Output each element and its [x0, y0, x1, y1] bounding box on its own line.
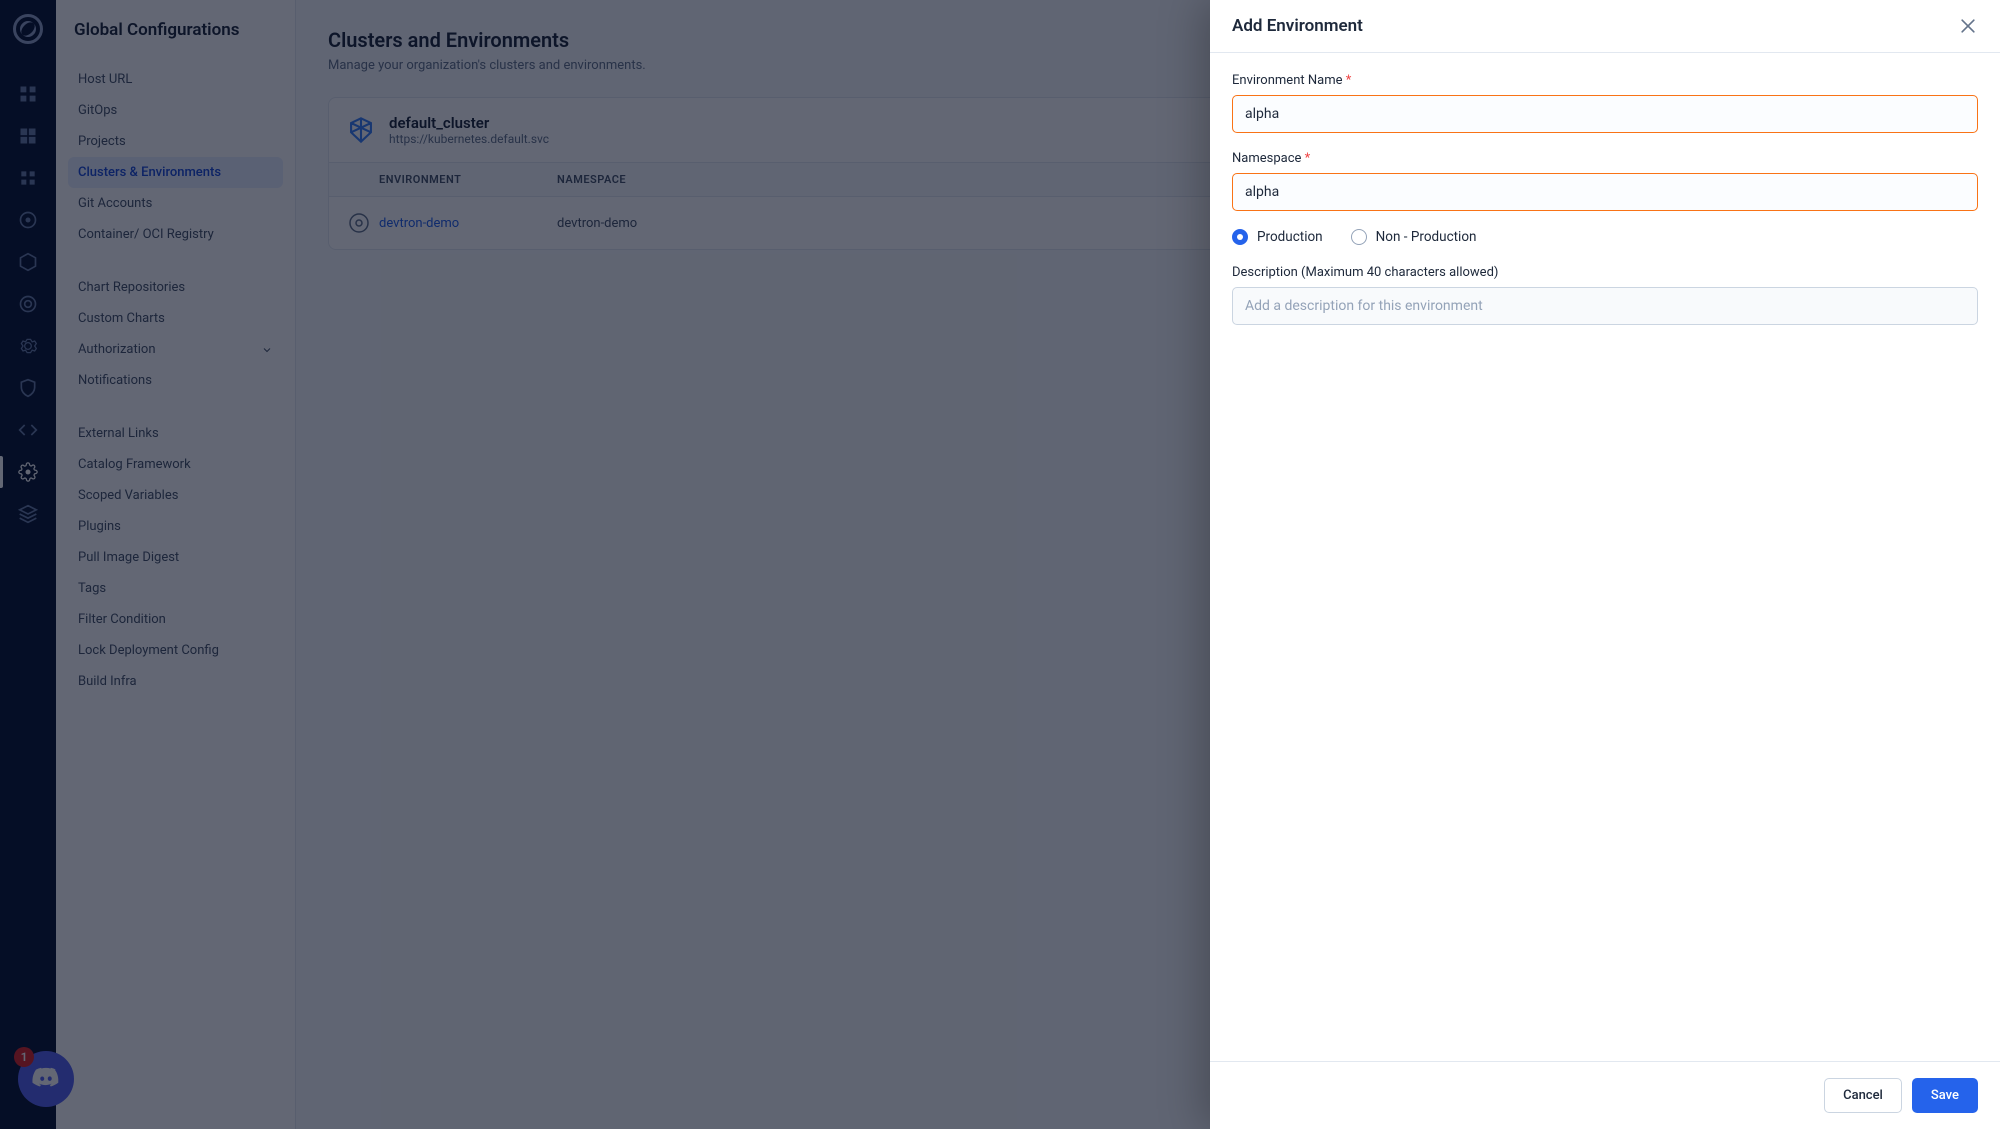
- radio-production-label: Production: [1257, 229, 1323, 245]
- env-name-input[interactable]: [1232, 95, 1978, 133]
- radio-non-production[interactable]: Non - Production: [1351, 229, 1477, 245]
- drawer-title: Add Environment: [1232, 16, 1363, 36]
- drawer-body: Environment Name * Namespace * Productio…: [1210, 53, 2000, 1061]
- add-environment-drawer: Add Environment Environment Name * Names…: [1210, 0, 2000, 1129]
- namespace-label: Namespace *: [1232, 151, 1978, 166]
- drawer-header: Add Environment: [1210, 0, 2000, 53]
- description-label: Description (Maximum 40 characters allow…: [1232, 265, 1978, 280]
- env-name-label: Environment Name *: [1232, 73, 1978, 88]
- radio-non-production-indicator: [1351, 229, 1367, 245]
- radio-production[interactable]: Production: [1232, 229, 1323, 245]
- close-icon: [1958, 16, 1978, 36]
- description-input[interactable]: [1232, 287, 1978, 325]
- drawer-footer: Cancel Save: [1210, 1061, 2000, 1129]
- radio-non-production-label: Non - Production: [1376, 229, 1477, 245]
- namespace-input[interactable]: [1232, 173, 1978, 211]
- save-button[interactable]: Save: [1912, 1078, 1978, 1113]
- env-type-radiogroup: Production Non - Production: [1232, 229, 1978, 245]
- close-button[interactable]: [1958, 16, 1978, 36]
- radio-production-indicator: [1232, 229, 1248, 245]
- cancel-button[interactable]: Cancel: [1824, 1078, 1902, 1113]
